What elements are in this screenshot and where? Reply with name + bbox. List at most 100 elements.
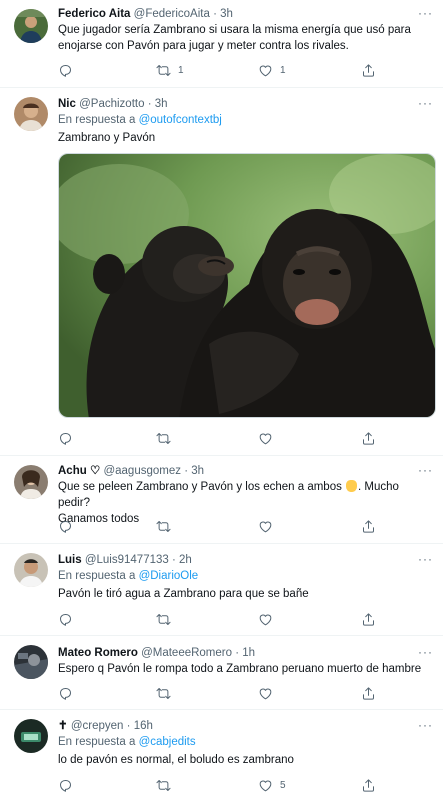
reply-context: En respuesta a @DiarioOle <box>58 570 199 582</box>
more-options-icon[interactable]: ··· <box>418 718 433 733</box>
heart-icon <box>258 778 273 793</box>
reply-context: En respuesta a @outofcontextbj <box>58 114 222 126</box>
reply-icon <box>58 686 73 701</box>
display-name[interactable]: Federico Aita <box>58 8 130 20</box>
tweet-text: Espero q Pavón le rompa todo a Zambrano … <box>58 663 422 675</box>
reply-button[interactable] <box>58 61 80 79</box>
reply-button[interactable] <box>58 429 73 447</box>
like-count: 5 <box>280 779 286 791</box>
separator-dot: · <box>184 465 189 477</box>
share-button[interactable] <box>361 517 376 535</box>
share-button[interactable] <box>361 429 376 447</box>
more-options-icon[interactable]: ··· <box>418 6 433 21</box>
share-button[interactable] <box>361 684 376 702</box>
display-name[interactable]: Mateo Romero <box>58 647 138 659</box>
tweet[interactable]: ✝ @crepyen · 16h ··· En respuesta a @cab… <box>0 710 443 797</box>
share-icon <box>361 612 376 627</box>
like-button[interactable]: 1 <box>258 61 286 79</box>
reply-to-link[interactable]: @outofcontextbj <box>139 114 222 126</box>
retweet-icon <box>156 63 171 78</box>
timestamp[interactable]: 1h <box>242 647 255 659</box>
timestamp[interactable]: 3h <box>191 465 204 477</box>
retweet-button[interactable]: 1 <box>156 61 184 79</box>
more-options-icon[interactable]: ··· <box>418 96 433 111</box>
reply-button[interactable] <box>58 684 73 702</box>
avatar[interactable] <box>14 645 48 679</box>
avatar[interactable] <box>14 553 48 587</box>
separator-dot: · <box>235 647 240 659</box>
heart-icon <box>258 686 273 701</box>
tweet[interactable]: Nic @Pachizotto · 3h ··· En respuesta a … <box>0 88 443 456</box>
timestamp[interactable]: 3h <box>155 98 168 110</box>
retweet-button[interactable] <box>156 517 171 535</box>
tweet-image[interactable] <box>58 153 436 418</box>
display-name[interactable]: ✝ <box>58 720 68 732</box>
reply-button[interactable] <box>58 776 73 794</box>
share-icon <box>361 431 376 446</box>
heart-icon <box>258 63 273 78</box>
tweet-actions <box>58 517 378 535</box>
reply-context: En respuesta a @cabjedits <box>58 736 196 748</box>
tweet-text: lo de pavón es normal, el boludo es zamb… <box>58 754 294 766</box>
username[interactable]: @Pachizotto <box>79 98 144 110</box>
tweet[interactable]: Federico Aita @FedericoAita · 3h ··· Que… <box>0 0 443 88</box>
avatar[interactable] <box>14 9 48 43</box>
like-button[interactable]: 5 <box>258 776 286 794</box>
retweet-button[interactable] <box>156 429 171 447</box>
like-button[interactable] <box>258 610 273 628</box>
heart-icon <box>258 519 273 534</box>
separator-dot: · <box>126 720 131 732</box>
timestamp[interactable]: 2h <box>179 554 192 566</box>
like-button[interactable] <box>258 517 273 535</box>
timestamp[interactable]: 16h <box>134 720 153 732</box>
username[interactable]: @crepyen <box>71 720 124 732</box>
reply-button[interactable] <box>58 517 73 535</box>
tweet-actions: 5 <box>58 776 378 794</box>
retweet-button[interactable] <box>156 610 171 628</box>
timestamp[interactable]: 3h <box>220 8 233 20</box>
display-name[interactable]: Luis <box>58 554 82 566</box>
avatar[interactable] <box>14 719 48 753</box>
username[interactable]: @aagusgomez <box>103 465 181 477</box>
separator-dot: · <box>213 8 217 20</box>
share-icon <box>361 686 376 701</box>
tweet[interactable]: Luis @Luis91477133 · 2h ··· En respuesta… <box>0 544 443 636</box>
avatar[interactable] <box>14 465 48 499</box>
more-options-icon[interactable]: ··· <box>418 463 433 478</box>
separator-dot: · <box>171 554 176 566</box>
avatar[interactable] <box>14 97 48 131</box>
share-icon <box>361 519 376 534</box>
tweet[interactable]: Achu ♡ @aagusgomez · 3h ··· Que se pelee… <box>0 456 443 544</box>
reply-to-link[interactable]: @DiarioOle <box>139 570 199 582</box>
retweet-icon <box>156 612 171 627</box>
tweet-feed: Federico Aita @FedericoAita · 3h ··· Que… <box>0 0 443 797</box>
reply-to-link[interactable]: @cabjedits <box>139 736 196 748</box>
tweet-text: Que jugador sería Zambrano si usara la m… <box>58 24 411 52</box>
retweet-icon <box>156 431 171 446</box>
share-button[interactable] <box>361 610 376 628</box>
display-name[interactable]: Achu ♡ <box>58 465 100 477</box>
more-options-icon[interactable]: ··· <box>418 552 433 567</box>
retweet-icon <box>156 778 171 793</box>
like-button[interactable] <box>258 684 273 702</box>
reply-button[interactable] <box>58 610 73 628</box>
share-button[interactable] <box>361 61 376 79</box>
tweet-text: Zambrano y Pavón <box>58 132 156 144</box>
heart-icon <box>258 431 273 446</box>
like-button[interactable] <box>258 429 273 447</box>
username[interactable]: @FedericoAita <box>134 8 210 20</box>
retweet-count: 1 <box>178 64 184 76</box>
retweet-button[interactable] <box>156 684 171 702</box>
more-options-icon[interactable]: ··· <box>418 645 433 660</box>
share-icon <box>361 778 376 793</box>
reply-icon <box>58 63 73 78</box>
retweet-button[interactable] <box>156 776 171 794</box>
retweet-icon <box>156 686 171 701</box>
share-button[interactable] <box>361 776 376 794</box>
tweet[interactable]: Mateo Romero @MateeeRomero · 1h ··· Espe… <box>0 636 443 710</box>
username[interactable]: @Luis91477133 <box>85 554 169 566</box>
username[interactable]: @MateeeRomero <box>141 647 232 659</box>
bonobos-photo <box>59 154 435 417</box>
display-name[interactable]: Nic <box>58 98 76 110</box>
heart-icon <box>258 612 273 627</box>
